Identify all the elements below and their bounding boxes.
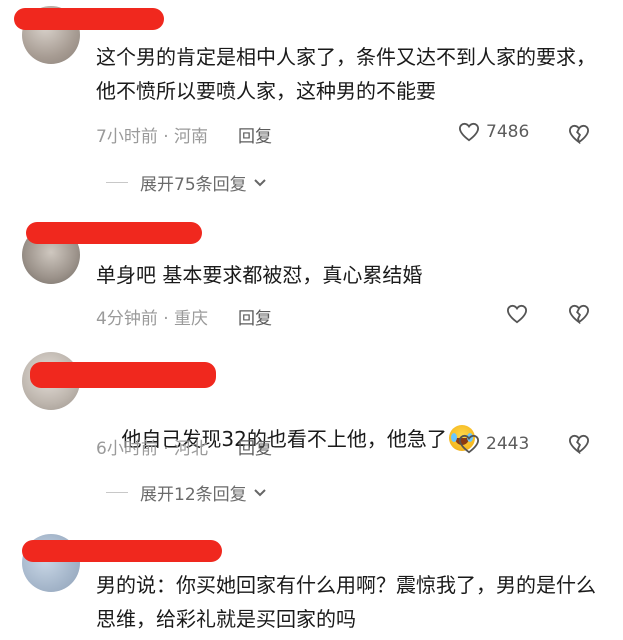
- heart-outline-icon: [458, 122, 480, 142]
- comment-2: 单身吧 基本要求都被怼，真心累结婚 4分钟前 · 重庆 回复: [0, 210, 623, 340]
- redacted-username: [22, 540, 222, 562]
- expand-label: 展开12条回复: [140, 485, 247, 505]
- like-count: 7486: [486, 122, 530, 142]
- broken-heart-icon: [568, 304, 590, 325]
- like-button[interactable]: 2443: [458, 434, 529, 454]
- time-location: 7小时前 · 河南: [96, 127, 209, 147]
- dislike-button[interactable]: [568, 434, 590, 458]
- comment-text: 男的说：你买她回家有什么用啊？震惊我了，男的是什么思维，给彩礼就是买回家的吗: [96, 573, 596, 631]
- comment-4: 男的说：你买她回家有什么用啊？震惊我了，男的是什么思维，给彩礼就是买回家的吗: [0, 520, 623, 640]
- chevron-down-icon: [253, 173, 267, 193]
- comment-meta: 6小时前 · 河北 回复: [96, 434, 272, 459]
- divider: [106, 182, 128, 183]
- expand-label: 展开75条回复: [140, 175, 247, 195]
- comment-text: 单身吧 基本要求都被怼，真心累结婚: [96, 263, 423, 287]
- dislike-button[interactable]: [568, 124, 590, 148]
- comment-meta: 4分钟前 · 重庆 回复: [96, 304, 272, 329]
- redacted-username: [26, 222, 202, 244]
- like-button[interactable]: 7486: [458, 122, 529, 142]
- comment-3: 他自己发现32的也看不上他，他急了 6小时前 · 河北 回复 2443 展开12…: [0, 340, 623, 520]
- expand-replies[interactable]: 展开12条回复: [106, 480, 267, 505]
- broken-heart-icon: [568, 434, 590, 455]
- reply-button[interactable]: 回复: [238, 434, 272, 459]
- time-location: 4分钟前 · 重庆: [96, 309, 209, 329]
- comment-1: 这个男的肯定是相中人家了，条件又达不到人家的要求，他不愤所以要喷人家，这种男的不…: [0, 0, 623, 210]
- heart-outline-icon: [506, 304, 528, 324]
- expand-replies[interactable]: 展开75条回复: [106, 170, 267, 195]
- comment-text: 这个男的肯定是相中人家了，条件又达不到人家的要求，他不愤所以要喷人家，这种男的不…: [96, 45, 596, 103]
- reply-button[interactable]: 回复: [238, 304, 272, 329]
- dislike-button[interactable]: [568, 304, 590, 328]
- redacted-username: [14, 8, 164, 30]
- heart-outline-icon: [458, 434, 480, 454]
- comment-meta: 7小时前 · 河南 回复: [96, 122, 272, 147]
- like-count: 2443: [486, 434, 530, 454]
- like-button[interactable]: [506, 304, 528, 324]
- divider: [106, 492, 128, 493]
- time-location: 6小时前 · 河北: [96, 439, 209, 459]
- redacted-username: [30, 362, 216, 388]
- chevron-down-icon: [253, 483, 267, 503]
- broken-heart-icon: [568, 124, 590, 145]
- reply-button[interactable]: 回复: [238, 122, 272, 147]
